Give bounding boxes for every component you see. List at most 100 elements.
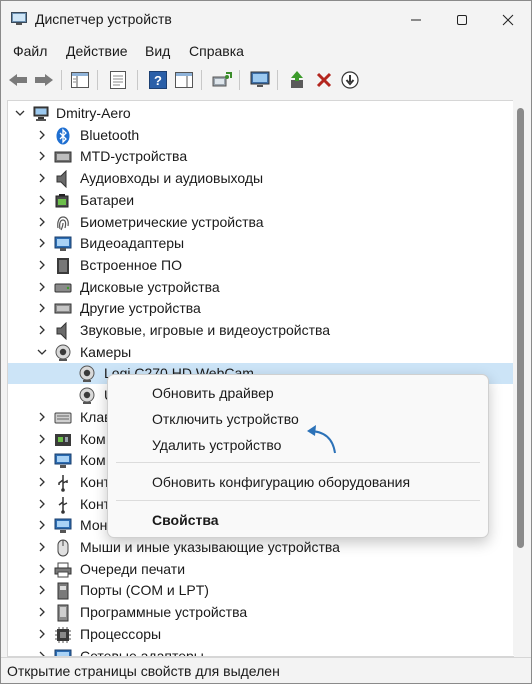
menu-item-update-driver[interactable]: Обновить драйвер — [152, 385, 274, 401]
category-node[interactable]: Сетевые адаптеры — [8, 646, 513, 658]
category-node[interactable]: Камеры — [8, 342, 513, 363]
forward-button[interactable] — [33, 69, 55, 91]
chevron-right-icon[interactable] — [36, 563, 48, 575]
scrollbar-thumb[interactable] — [517, 108, 524, 548]
vertical-scrollbar[interactable] — [513, 100, 531, 655]
category-node[interactable]: MTD-устройства — [8, 146, 513, 167]
console-view-button[interactable] — [173, 69, 195, 91]
tree-node-label: Мыши и иные указывающие устройства — [80, 539, 340, 555]
software-device-icon — [54, 604, 72, 622]
chevron-right-icon[interactable] — [36, 498, 48, 510]
help-button[interactable]: ? — [147, 69, 169, 91]
category-node[interactable]: Порты (COM и LPT) — [8, 580, 513, 601]
chevron-right-icon[interactable] — [36, 433, 48, 445]
chevron-right-icon[interactable] — [36, 519, 48, 531]
tree-node-label: Очереди печати — [80, 560, 186, 577]
chevron-right-icon[interactable] — [36, 237, 48, 249]
update-driver-button[interactable] — [287, 69, 309, 91]
uninstall-button[interactable] — [313, 69, 335, 91]
chevron-right-icon[interactable] — [36, 650, 48, 658]
tree-node-label: Звуковые, игровые и видеоустройства — [80, 322, 331, 338]
close-icon — [502, 14, 514, 26]
menu-item-disable-device[interactable]: Отключить устройство — [152, 411, 299, 427]
maximize-button[interactable] — [439, 1, 485, 39]
tree-node-label: Батареи — [80, 191, 135, 208]
category-node[interactable]: Мыши и иные указывающие устройства — [8, 537, 513, 558]
status-bar: Открытие страницы свойств для выделен — [1, 657, 531, 683]
menu-item-uninstall-device[interactable]: Удалить устройство — [152, 437, 281, 453]
chevron-right-icon[interactable] — [36, 541, 48, 553]
category-node[interactable]: Очереди печати — [8, 559, 513, 580]
chevron-right-icon[interactable] — [36, 324, 48, 336]
menu-action[interactable]: Действие — [66, 43, 128, 59]
chevron-down-icon[interactable] — [14, 107, 26, 119]
chevron-right-icon[interactable] — [36, 584, 48, 596]
tree-node-label: Камеры — [80, 343, 132, 360]
category-node[interactable]: Дисковые устройства — [8, 277, 513, 298]
chevron-right-icon[interactable] — [36, 476, 48, 488]
menu-item-scan-hardware[interactable]: Обновить конфигурацию оборудования — [152, 474, 410, 490]
category-node[interactable]: Программные устройства — [8, 602, 513, 623]
chevron-down-icon[interactable] — [36, 346, 48, 358]
properties-button[interactable] — [107, 69, 129, 91]
tree-node-label: Программные устройства — [80, 604, 248, 621]
menu-view[interactable]: Вид — [145, 43, 170, 59]
display-adapter-icon — [54, 235, 72, 253]
menu-help[interactable]: Справка — [189, 43, 244, 59]
component-icon — [54, 431, 72, 449]
close-button[interactable] — [485, 1, 531, 39]
console-tree-icon — [71, 72, 89, 88]
device-manager-app-icon — [11, 12, 27, 26]
category-node[interactable]: Bluetooth — [8, 125, 513, 146]
processor-icon — [54, 626, 72, 644]
tree-root[interactable]: Dmitry-Aero — [8, 103, 513, 124]
chevron-right-icon[interactable] — [36, 411, 48, 423]
chevron-right-icon[interactable] — [36, 259, 48, 271]
computer-icon — [54, 452, 72, 470]
chevron-right-icon[interactable] — [36, 281, 48, 293]
show-hide-console-tree-button[interactable] — [69, 69, 91, 91]
menu-file[interactable]: Файл — [13, 43, 47, 59]
chevron-right-icon[interactable] — [36, 216, 48, 228]
category-node[interactable]: Звуковые, игровые и видеоустройства — [8, 320, 513, 341]
toolbar: ? — [1, 65, 531, 95]
toolbar-separator — [137, 70, 138, 90]
chevron-right-icon[interactable] — [36, 454, 48, 466]
category-node[interactable]: Встроенное ПО — [8, 255, 513, 276]
chevron-right-icon[interactable] — [36, 606, 48, 618]
scan-hardware-button[interactable] — [211, 69, 233, 91]
battery-icon — [54, 192, 72, 210]
chevron-right-icon[interactable] — [36, 129, 48, 141]
category-node[interactable]: Другие устройства — [8, 298, 513, 319]
print-queue-icon — [54, 561, 72, 579]
chevron-right-icon[interactable] — [36, 194, 48, 206]
toolbar-separator — [97, 70, 98, 90]
svg-text:?: ? — [154, 73, 162, 88]
category-node[interactable]: Видеоадаптеры — [8, 233, 513, 254]
menu-item-properties[interactable]: Свойства — [152, 512, 219, 528]
back-button[interactable] — [7, 69, 29, 91]
menu-separator — [116, 500, 480, 501]
monitor-button[interactable] — [249, 69, 271, 91]
tree-node-label: Аудиовходы и аудиовыходы — [80, 170, 264, 187]
minimize-button[interactable] — [393, 1, 439, 39]
tree-node-label: Видеоадаптеры — [80, 235, 185, 252]
device-manager-window: Диспетчер устройств Файл Действие Вид Сп… — [0, 0, 532, 684]
category-node[interactable]: Аудиовходы и аудиовыходы — [8, 168, 513, 189]
category-node[interactable]: Биометрические устройства — [8, 212, 513, 233]
tree-node-label: Другие устройства — [80, 300, 201, 317]
disable-device-button[interactable] — [339, 69, 361, 91]
bluetooth-icon — [54, 127, 72, 145]
chevron-right-icon[interactable] — [36, 628, 48, 640]
chevron-right-icon[interactable] — [36, 302, 48, 314]
properties-icon — [110, 71, 126, 89]
category-node[interactable]: Батареи — [8, 190, 513, 211]
tree-node-label: Порты (COM и LPT) — [80, 582, 209, 599]
chevron-right-icon[interactable] — [36, 172, 48, 184]
status-text: Открытие страницы свойств для выделен — [7, 663, 280, 679]
chevron-right-icon[interactable] — [36, 150, 48, 162]
category-node[interactable]: Процессоры — [8, 624, 513, 645]
network-adapter-icon — [54, 648, 72, 656]
tree-node-label: Ком — [80, 430, 106, 447]
tree-node-label: Мон — [80, 517, 108, 534]
